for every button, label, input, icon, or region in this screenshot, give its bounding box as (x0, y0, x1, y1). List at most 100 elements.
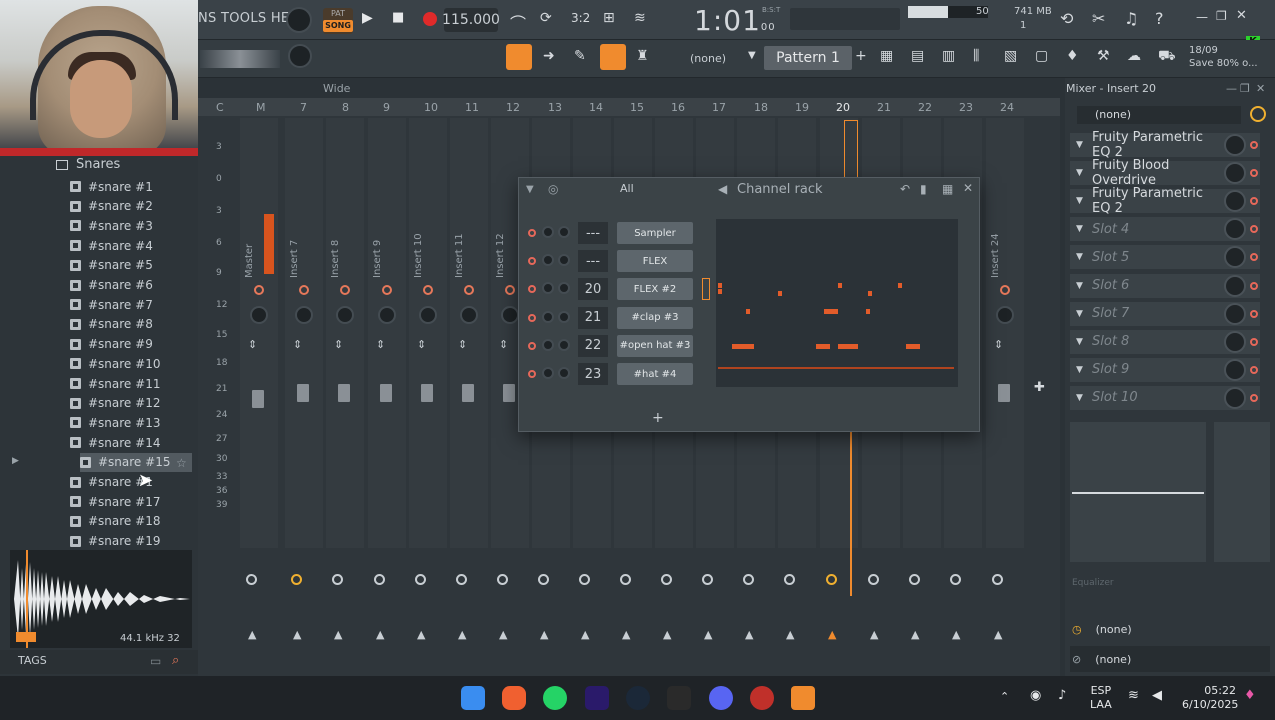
notification-bell-icon[interactable]: ♦ (1244, 688, 1256, 703)
channel-mute-led[interactable] (528, 229, 536, 237)
route-knob[interactable] (950, 574, 961, 585)
slot-enable-led[interactable] (1250, 337, 1258, 346)
slot-enable-led[interactable] (1250, 393, 1258, 402)
browser-icon[interactable]: ▧ (1004, 48, 1017, 64)
tempo-display[interactable]: 115.000 (442, 8, 500, 32)
steam-icon[interactable] (626, 686, 650, 710)
slot-arrow-icon[interactable]: ▼ (1076, 393, 1086, 403)
tray-chevron-icon[interactable]: ⌃ (1000, 690, 1009, 703)
effect-slot[interactable]: ▼ Slot 7 (1070, 301, 1260, 326)
slot-enable-led[interactable] (1250, 281, 1258, 290)
send-arrow-icon[interactable]: ▲ (540, 628, 548, 641)
send-arrow-icon[interactable]: ▲ (663, 628, 671, 641)
stereo-sep-icon[interactable]: ⇕ (376, 338, 385, 351)
loop-record-icon[interactable]: ⟳ (540, 10, 552, 26)
mixer-strip[interactable] (240, 118, 278, 548)
browser-item[interactable]: #snare #3 (70, 216, 153, 235)
send-arrow-icon[interactable]: ▲ (786, 628, 794, 641)
route-knob[interactable] (291, 574, 302, 585)
route-knob[interactable] (661, 574, 672, 585)
slot-mix-knob[interactable] (1224, 330, 1246, 353)
route-knob[interactable] (579, 574, 590, 585)
plugin-icon[interactable]: ♦ (1066, 48, 1079, 64)
blend-notes-icon[interactable]: ⊞ (603, 10, 615, 26)
tags-label[interactable]: TAGS (18, 654, 47, 667)
volume-fader[interactable] (421, 384, 433, 402)
insert-preset-select[interactable]: (none) (1077, 106, 1241, 124)
channel-volume-knob[interactable] (558, 367, 570, 379)
effect-slot[interactable]: ▼ Slot 4 (1070, 217, 1260, 242)
channel-volume-knob[interactable] (558, 310, 570, 323)
insert-enable-icon[interactable] (1250, 106, 1266, 122)
send-arrow-icon[interactable]: ▲ (622, 628, 630, 641)
slot-enable-led[interactable] (1250, 253, 1258, 262)
send-arrow-icon[interactable]: ▲ (952, 628, 960, 641)
volume-fader[interactable] (462, 384, 474, 402)
route-knob[interactable] (415, 574, 426, 585)
route-knob[interactable] (743, 574, 754, 585)
typing-keyboard-icon[interactable]: ♜ (636, 48, 649, 64)
pan-knob[interactable] (996, 306, 1014, 324)
stereo-sep-icon[interactable]: ⇕ (458, 338, 467, 351)
pat-song-toggle[interactable]: PAT SONG (323, 8, 353, 34)
stereo-sep-icon[interactable]: ⇕ (417, 338, 426, 351)
panel-restore-icon[interactable]: ❐ (1240, 82, 1250, 95)
channel-insert-number[interactable]: --- (578, 222, 608, 244)
refresh-icon[interactable]: ⟲ (1060, 9, 1073, 28)
volume-icon[interactable]: ◀ (1152, 688, 1162, 703)
volume-fader[interactable] (998, 384, 1010, 402)
slot-arrow-icon[interactable]: ▼ (1076, 309, 1086, 319)
wait-input-icon[interactable]: ≋ (634, 10, 646, 26)
send-arrow-icon[interactable]: ▲ (911, 628, 919, 641)
slot-arrow-icon[interactable]: ▼ (1076, 252, 1086, 262)
channel-button[interactable]: #clap #3 (617, 306, 693, 329)
mixer-strip[interactable] (285, 118, 323, 548)
route-knob[interactable] (992, 574, 1003, 585)
channel-button[interactable]: FLEX #2 (617, 278, 693, 301)
send-arrow-icon[interactable]: ▲ (458, 628, 466, 641)
strip-mute-led[interactable] (382, 285, 392, 295)
add-insert-icon[interactable]: ✚ (1034, 380, 1045, 395)
slot-enable-led[interactable] (1250, 197, 1258, 206)
effect-slot[interactable]: ▼ Fruity Parametric EQ 2 (1070, 130, 1260, 160)
slot-enable-led[interactable] (1250, 141, 1258, 149)
volume-fader[interactable] (297, 384, 309, 402)
slot-mix-knob[interactable] (1224, 218, 1246, 241)
channel-mute-led[interactable] (528, 370, 536, 378)
slot-mix-knob[interactable] (1224, 134, 1246, 156)
channel-button[interactable]: #open hat #3 (617, 334, 693, 357)
slot-arrow-icon[interactable]: ▼ (1076, 365, 1086, 375)
send-arrow-icon[interactable]: ▲ (828, 628, 836, 641)
channel-button[interactable]: #hat #4 (617, 363, 693, 385)
channel-pan-knob[interactable] (542, 338, 554, 351)
undo-icon[interactable]: ↶ (900, 182, 910, 196)
microphone-icon[interactable]: ♫ (1124, 9, 1138, 28)
step-sequencer-icon[interactable]: ▤ (911, 48, 924, 64)
channel-insert-number[interactable]: 23 (578, 363, 608, 385)
arrow-tool-icon[interactable]: ➜ (543, 48, 555, 64)
strip-mute-led[interactable] (423, 285, 433, 295)
route-knob[interactable] (909, 574, 920, 585)
browser-item[interactable]: #snare #8 (70, 315, 153, 334)
chrome-icon[interactable] (750, 686, 774, 710)
scissors-icon[interactable]: ✂ (1092, 9, 1105, 28)
send-arrow-icon[interactable]: ▲ (248, 628, 256, 641)
whatsapp-icon[interactable] (543, 686, 567, 710)
slot-arrow-icon[interactable]: ▼ (1076, 224, 1086, 234)
slot-mix-knob[interactable] (1224, 358, 1246, 381)
restore-icon[interactable]: ❐ (1216, 9, 1227, 23)
browser-item[interactable]: #snare #1 (70, 177, 153, 196)
channel-button[interactable]: Sampler (617, 222, 693, 244)
strip-mute-led[interactable] (254, 285, 264, 295)
clock[interactable]: 05:22 6/10/2025 (1182, 684, 1238, 712)
mixer-view-label[interactable]: Wide (323, 82, 350, 95)
send-arrow-icon[interactable]: ▲ (994, 628, 1002, 641)
browser-item[interactable]: #snare #17 (70, 492, 160, 511)
templates-icon[interactable]: ▢ (1035, 48, 1048, 64)
playlist-icon[interactable]: ▦ (880, 48, 893, 64)
panel-close-icon[interactable]: ✕ (1256, 82, 1265, 95)
channel-insert-number[interactable]: 20 (578, 278, 608, 301)
add-pattern-icon[interactable]: + (855, 48, 867, 64)
route-knob[interactable] (702, 574, 713, 585)
browser-item[interactable]: #snare #13 (70, 413, 160, 432)
